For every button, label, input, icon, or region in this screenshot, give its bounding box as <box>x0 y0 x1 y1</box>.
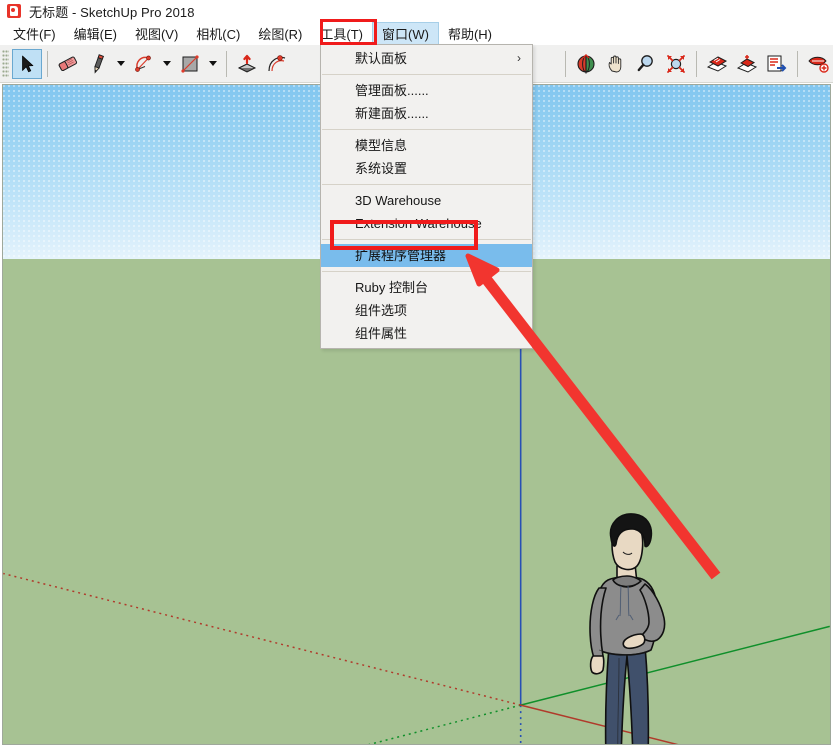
menu-window[interactable]: 窗口(W) <box>372 22 439 45</box>
tool-rectangle-dropdown-caret[interactable] <box>205 49 221 79</box>
menu-item-component-attributes[interactable]: 组件属性 <box>321 322 532 345</box>
tool-line-button[interactable] <box>83 49 113 79</box>
tool-pan-button[interactable] <box>601 49 631 79</box>
window-title: 无标题 - SketchUp Pro 2018 <box>29 4 195 20</box>
toolbar-separator <box>696 50 697 77</box>
menu-item-label: 组件选项 <box>355 303 408 318</box>
green-axis-negative <box>368 704 521 744</box>
menu-draw[interactable]: 绘图(R) <box>249 22 311 45</box>
menu-file[interactable]: 文件(F) <box>4 22 65 45</box>
pan-hand-icon <box>608 55 622 72</box>
tool-add-location-button[interactable] <box>803 49 833 79</box>
chevron-down-icon <box>117 61 125 66</box>
red-axis-negative <box>3 572 521 706</box>
menu-item-preferences[interactable]: 系统设置 <box>321 157 532 180</box>
scale-figure-person[interactable] <box>575 508 683 745</box>
toolbar-separator <box>797 50 798 77</box>
tool-arc-button[interactable] <box>129 49 159 79</box>
toolbar-separator <box>226 50 227 77</box>
menu-help[interactable]: 帮助(H) <box>439 22 501 45</box>
menu-view-label: 视图(V) <box>134 27 179 42</box>
menu-item-new-tray[interactable]: 新建面板...... <box>321 102 532 125</box>
tool-orbit-button[interactable] <box>571 49 601 79</box>
menu-edit[interactable]: 编辑(E) <box>65 22 126 45</box>
menu-window-label: 窗口(W) <box>382 27 429 42</box>
section-display-icon <box>736 54 758 73</box>
menu-item-label: 默认面板 <box>355 51 408 66</box>
menu-item-extension-manager[interactable]: 扩展程序管理器 <box>321 244 532 267</box>
menu-camera-label: 相机(C) <box>196 27 241 42</box>
orbit-icon <box>577 53 595 73</box>
eraser-icon <box>58 56 78 71</box>
tool-section-plane-button[interactable] <box>702 49 732 79</box>
toolbar-grip[interactable] <box>2 49 9 78</box>
tool-line-dropdown-caret[interactable] <box>113 49 129 79</box>
menu-file-label: 文件(F) <box>13 27 56 42</box>
zoom-magnifier-icon <box>637 54 653 71</box>
menu-item-label: Ruby 控制台 <box>355 280 428 295</box>
add-location-icon <box>808 56 829 73</box>
menu-item-3d-warehouse[interactable]: 3D Warehouse <box>321 189 532 212</box>
menu-edit-label: 编辑(E) <box>73 27 117 42</box>
arc-icon <box>135 55 151 72</box>
menu-separator <box>322 184 531 185</box>
menu-item-label: 组件属性 <box>355 326 408 341</box>
menu-item-label: 新建面板...... <box>355 106 429 121</box>
chevron-right-icon: › <box>517 51 521 65</box>
title-bar: 无标题 - SketchUp Pro 2018 <box>0 0 833 22</box>
menu-draw-label: 绘图(R) <box>258 27 303 42</box>
tool-offset-button[interactable] <box>262 49 292 79</box>
menu-separator <box>322 239 531 240</box>
menu-view[interactable]: 视图(V) <box>126 22 187 45</box>
menu-help-label: 帮助(H) <box>447 27 492 42</box>
offset-icon <box>268 54 286 71</box>
section-plane-icon <box>706 55 728 72</box>
menu-item-model-info[interactable]: 模型信息 <box>321 134 532 157</box>
menu-bar: 文件(F) 编辑(E) 视图(V) 相机(C) 绘图(R) 工具(T) 窗口(W… <box>0 22 833 45</box>
tool-section-display-button[interactable] <box>732 49 762 79</box>
chevron-down-icon <box>163 61 171 66</box>
tool-zoom-button[interactable] <box>631 49 661 79</box>
menu-item-label: 系统设置 <box>355 161 408 176</box>
select-arrow-icon <box>22 55 34 72</box>
section-fill-icon <box>767 55 787 72</box>
menu-item-manage-trays[interactable]: 管理面板...... <box>321 79 532 102</box>
menu-tools-label: 工具(T) <box>320 27 363 42</box>
menu-item-label: Extension Warehouse <box>355 216 482 231</box>
menu-separator <box>322 129 531 130</box>
tool-section-fill-button[interactable] <box>762 49 792 79</box>
tool-rectangle-button[interactable] <box>175 49 205 79</box>
menu-item-default-tray[interactable]: 默认面板 › <box>321 47 532 70</box>
menu-item-extension-warehouse[interactable]: Extension Warehouse <box>321 212 532 235</box>
tool-select-button[interactable] <box>12 48 42 79</box>
toolbar-separator <box>47 50 48 77</box>
tool-pushpull-button[interactable] <box>232 49 262 79</box>
menu-item-component-options[interactable]: 组件选项 <box>321 299 532 322</box>
window-dropdown-menu[interactable]: 默认面板 › 管理面板...... 新建面板...... 模型信息 系统设置 3… <box>320 44 533 349</box>
pencil-line-icon <box>94 53 104 74</box>
menu-separator <box>322 74 531 75</box>
tool-eraser-button[interactable] <box>53 49 83 79</box>
menu-item-ruby-console[interactable]: Ruby 控制台 <box>321 276 532 299</box>
zoom-extents-icon <box>667 54 685 73</box>
chevron-down-icon <box>209 61 217 66</box>
menu-item-label: 管理面板...... <box>355 83 429 98</box>
menu-camera[interactable]: 相机(C) <box>187 22 249 45</box>
tool-zoom-extents-button[interactable] <box>661 49 691 79</box>
tool-arc-dropdown-caret[interactable] <box>159 49 175 79</box>
menu-item-label: 扩展程序管理器 <box>355 248 447 263</box>
rectangle-icon <box>181 54 199 73</box>
menu-item-label: 模型信息 <box>355 138 408 153</box>
menu-item-label: 3D Warehouse <box>355 193 442 208</box>
menu-tools[interactable]: 工具(T) <box>311 22 372 45</box>
push-pull-icon <box>237 54 257 73</box>
menu-separator <box>322 271 531 272</box>
toolbar-separator <box>565 50 566 77</box>
sketchup-logo-icon <box>6 3 22 19</box>
